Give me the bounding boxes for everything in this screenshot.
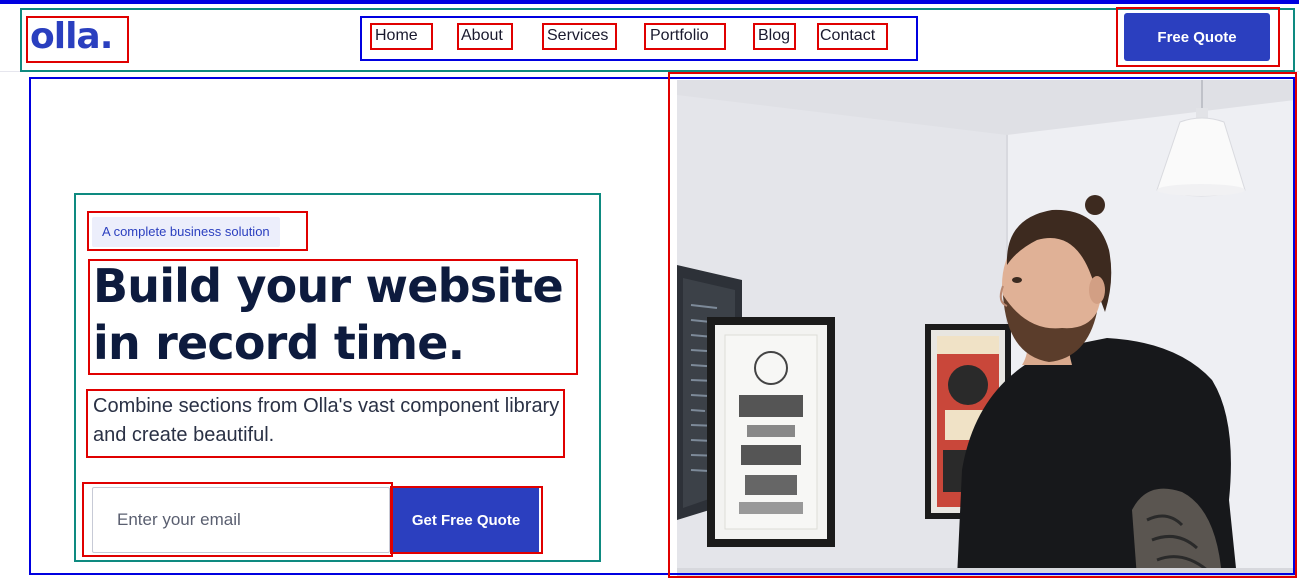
hero-subtext: Combine sections from Olla's vast compon… — [93, 395, 560, 446]
hero-image — [677, 80, 1295, 578]
site-header: olla. Home About Services Portfolio Blog… — [0, 0, 1299, 72]
free-quote-button[interactable]: Free Quote — [1124, 13, 1270, 61]
hero-badge: A complete business solution — [92, 217, 280, 247]
email-input[interactable] — [92, 487, 390, 553]
nav-contact[interactable]: Contact — [820, 25, 875, 47]
nav-about[interactable]: About — [461, 25, 503, 47]
nav-services[interactable]: Services — [547, 25, 608, 47]
nav-blog[interactable]: Blog — [758, 25, 790, 47]
logo[interactable]: olla. — [30, 17, 113, 57]
nav-home[interactable]: Home — [375, 25, 418, 47]
nav-portfolio[interactable]: Portfolio — [650, 25, 709, 47]
hero-headline: Build your website in record time. — [93, 259, 564, 370]
get-free-quote-button[interactable]: Get Free Quote — [393, 487, 539, 553]
hero-photo-illustration — [677, 80, 1295, 578]
